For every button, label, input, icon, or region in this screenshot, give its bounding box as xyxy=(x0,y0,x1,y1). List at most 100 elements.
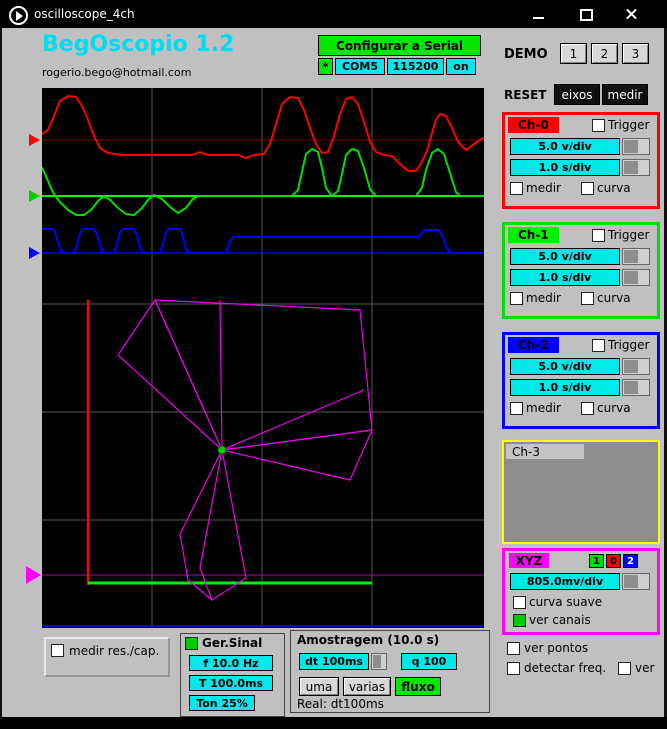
amostragem-dt-value[interactable]: dt 100ms xyxy=(299,653,369,670)
medir-res-checkbox[interactable] xyxy=(51,644,64,657)
ch2-trigger-label: Trigger xyxy=(608,338,649,352)
ger-sinal-panel: Ger.Sinal f 10.0 Hz T 100.0ms Ton 25% xyxy=(180,633,285,717)
close-button[interactable] xyxy=(616,0,646,28)
ch0-curva-checkbox[interactable] xyxy=(581,182,594,195)
ch0-tdiv-scrollbar[interactable] xyxy=(622,159,650,176)
curva-suave-label: curva suave xyxy=(529,595,602,609)
configure-serial-button[interactable]: Configurar a Serial xyxy=(318,35,481,56)
ch2-label: Ch-2 xyxy=(508,337,559,353)
xyz-scale-scrollbar[interactable] xyxy=(622,573,650,590)
ch1-vdiv-scrollbar[interactable] xyxy=(622,248,650,265)
ch0-curva-label: curva xyxy=(597,181,631,195)
ch0-label: Ch-0 xyxy=(508,117,559,133)
channel-panel-ch0: Ch-0 Trigger 5.0 v/div 1.0 s/div medir c… xyxy=(502,112,660,209)
amostragem-title: Amostragem (10.0 s) xyxy=(297,633,439,647)
xyz-panel: XYZ 1 0 2 805.0mv/div curva suave ver ca… xyxy=(502,548,660,635)
ch1-medir-label: medir xyxy=(526,291,561,305)
reset-medir-button[interactable]: medir xyxy=(602,84,648,105)
demo-button-2[interactable]: 2 xyxy=(591,43,618,64)
ch1-trigger-label: Trigger xyxy=(608,228,649,242)
ger-sinal-ton-value[interactable]: Ton 25% xyxy=(189,695,255,711)
xyz-channel-2-button[interactable]: 2 xyxy=(623,554,638,568)
ch0-tdiv-value[interactable]: 1.0 s/div xyxy=(510,159,620,176)
ch2-trigger-checkbox[interactable] xyxy=(592,339,605,352)
maximize-button[interactable] xyxy=(570,0,600,28)
ch0-vdiv-value[interactable]: 5.0 v/div xyxy=(510,138,620,155)
ch2-trigger-arrow[interactable] xyxy=(29,247,40,259)
ch1-trigger-checkbox[interactable] xyxy=(592,229,605,242)
channel-panel-ch3: Ch-3 xyxy=(502,440,660,544)
demo-button-3[interactable]: 3 xyxy=(622,43,649,64)
ch2-medir-label: medir xyxy=(526,401,561,415)
amostragem-real-label: Real: dt100ms xyxy=(297,697,384,711)
ch2-curva-label: curva xyxy=(597,401,631,415)
amostragem-panel: Amostragem (10.0 s) dt 100ms q 100 uma v… xyxy=(290,630,490,713)
ch1-curva-checkbox[interactable] xyxy=(581,292,594,305)
window-title: oscilloscope_4ch xyxy=(34,7,135,21)
ch1-medir-checkbox[interactable] xyxy=(510,292,523,305)
detectar-freq-label: detectar freq. xyxy=(524,661,606,675)
ch2-curva-checkbox[interactable] xyxy=(581,402,594,415)
medir-res-panel: medir res./cap. xyxy=(44,637,170,677)
close-icon xyxy=(625,8,638,21)
ger-sinal-checkbox[interactable] xyxy=(185,637,198,650)
amostragem-fluxo-button[interactable]: fluxo xyxy=(395,677,441,696)
ver-pontos-checkbox[interactable] xyxy=(507,642,520,655)
ch1-vdiv-value[interactable]: 5.0 v/div xyxy=(510,248,620,265)
ger-sinal-freq-value[interactable]: f 10.0 Hz xyxy=(189,655,273,671)
ch0-medir-checkbox[interactable] xyxy=(510,182,523,195)
curva-suave-checkbox[interactable] xyxy=(513,596,526,609)
minimize-button[interactable] xyxy=(524,0,554,28)
ch2-medir-checkbox[interactable] xyxy=(510,402,523,415)
ch0-vdiv-scrollbar[interactable] xyxy=(622,138,650,155)
ch2-vdiv-value[interactable]: 5.0 v/div xyxy=(510,358,620,375)
xyz-label: XYZ xyxy=(509,553,549,568)
demo-label: DEMO xyxy=(504,47,548,62)
ch2-tdiv-value[interactable]: 1.0 s/div xyxy=(510,379,620,396)
amostragem-varias-button[interactable]: varias xyxy=(343,677,391,696)
ch0-trigger-arrow[interactable] xyxy=(29,134,40,146)
ver-canais-checkbox[interactable] xyxy=(513,614,526,627)
titlebar: oscilloscope_4ch xyxy=(0,0,667,28)
ch0-trigger-label: Trigger xyxy=(608,118,649,132)
serial-baud-select[interactable]: 115200 xyxy=(387,58,444,75)
ch0-medir-label: medir xyxy=(526,181,561,195)
author-email: rogerio.bego@hotmail.com xyxy=(42,66,191,79)
reset-eixos-button[interactable]: eixos xyxy=(554,84,600,105)
reset-label: RESET xyxy=(504,88,546,102)
ch1-label: Ch-1 xyxy=(508,227,559,243)
ger-sinal-title: Ger.Sinal xyxy=(202,636,262,650)
app-play-icon xyxy=(9,6,28,25)
scope-display xyxy=(42,88,484,628)
xyz-trigger-arrow[interactable] xyxy=(26,566,41,584)
app-window: oscilloscope_4ch BegOscopio 1.2 rogerio.… xyxy=(0,0,667,729)
ch2-vdiv-scrollbar[interactable] xyxy=(622,358,650,375)
ch1-tdiv-scrollbar[interactable] xyxy=(622,269,650,286)
window-border-bottom xyxy=(0,717,667,729)
amostragem-uma-button[interactable]: uma xyxy=(299,677,339,696)
ver-checkbox[interactable] xyxy=(618,662,631,675)
ch3-label[interactable]: Ch-3 xyxy=(506,444,584,459)
detectar-freq-checkbox[interactable] xyxy=(507,662,520,675)
xyz-channel-1-button[interactable]: 1 xyxy=(589,554,604,568)
ver-canais-label: ver canais xyxy=(529,613,591,627)
maximize-icon xyxy=(580,9,593,21)
serial-port-select[interactable]: COM5 xyxy=(335,58,385,75)
ger-sinal-period-value[interactable]: T 100.0ms xyxy=(189,675,273,691)
channel-panel-ch2: Ch-2 Trigger 5.0 v/div 1.0 s/div medir c… xyxy=(502,332,660,429)
minimize-icon xyxy=(533,17,544,19)
xyz-scale-value[interactable]: 805.0mv/div xyxy=(510,573,620,590)
xyz-channel-0-button[interactable]: 0 xyxy=(606,554,621,568)
serial-on-toggle[interactable]: on xyxy=(446,58,476,75)
ch0-trigger-checkbox[interactable] xyxy=(592,119,605,132)
ver-pontos-label: ver pontos xyxy=(524,641,588,655)
demo-button-1[interactable]: 1 xyxy=(560,43,587,64)
channel-panel-ch1: Ch-1 Trigger 5.0 v/div 1.0 s/div medir c… xyxy=(502,222,660,319)
ch1-tdiv-value[interactable]: 1.0 s/div xyxy=(510,269,620,286)
window-border-left xyxy=(0,28,2,729)
ch1-trigger-arrow[interactable] xyxy=(29,190,40,202)
amostragem-q-value[interactable]: q 100 xyxy=(401,653,457,670)
ch2-tdiv-scrollbar[interactable] xyxy=(622,379,650,396)
amostragem-dt-scrollbar[interactable] xyxy=(371,653,387,670)
ch1-curva-label: curva xyxy=(597,291,631,305)
